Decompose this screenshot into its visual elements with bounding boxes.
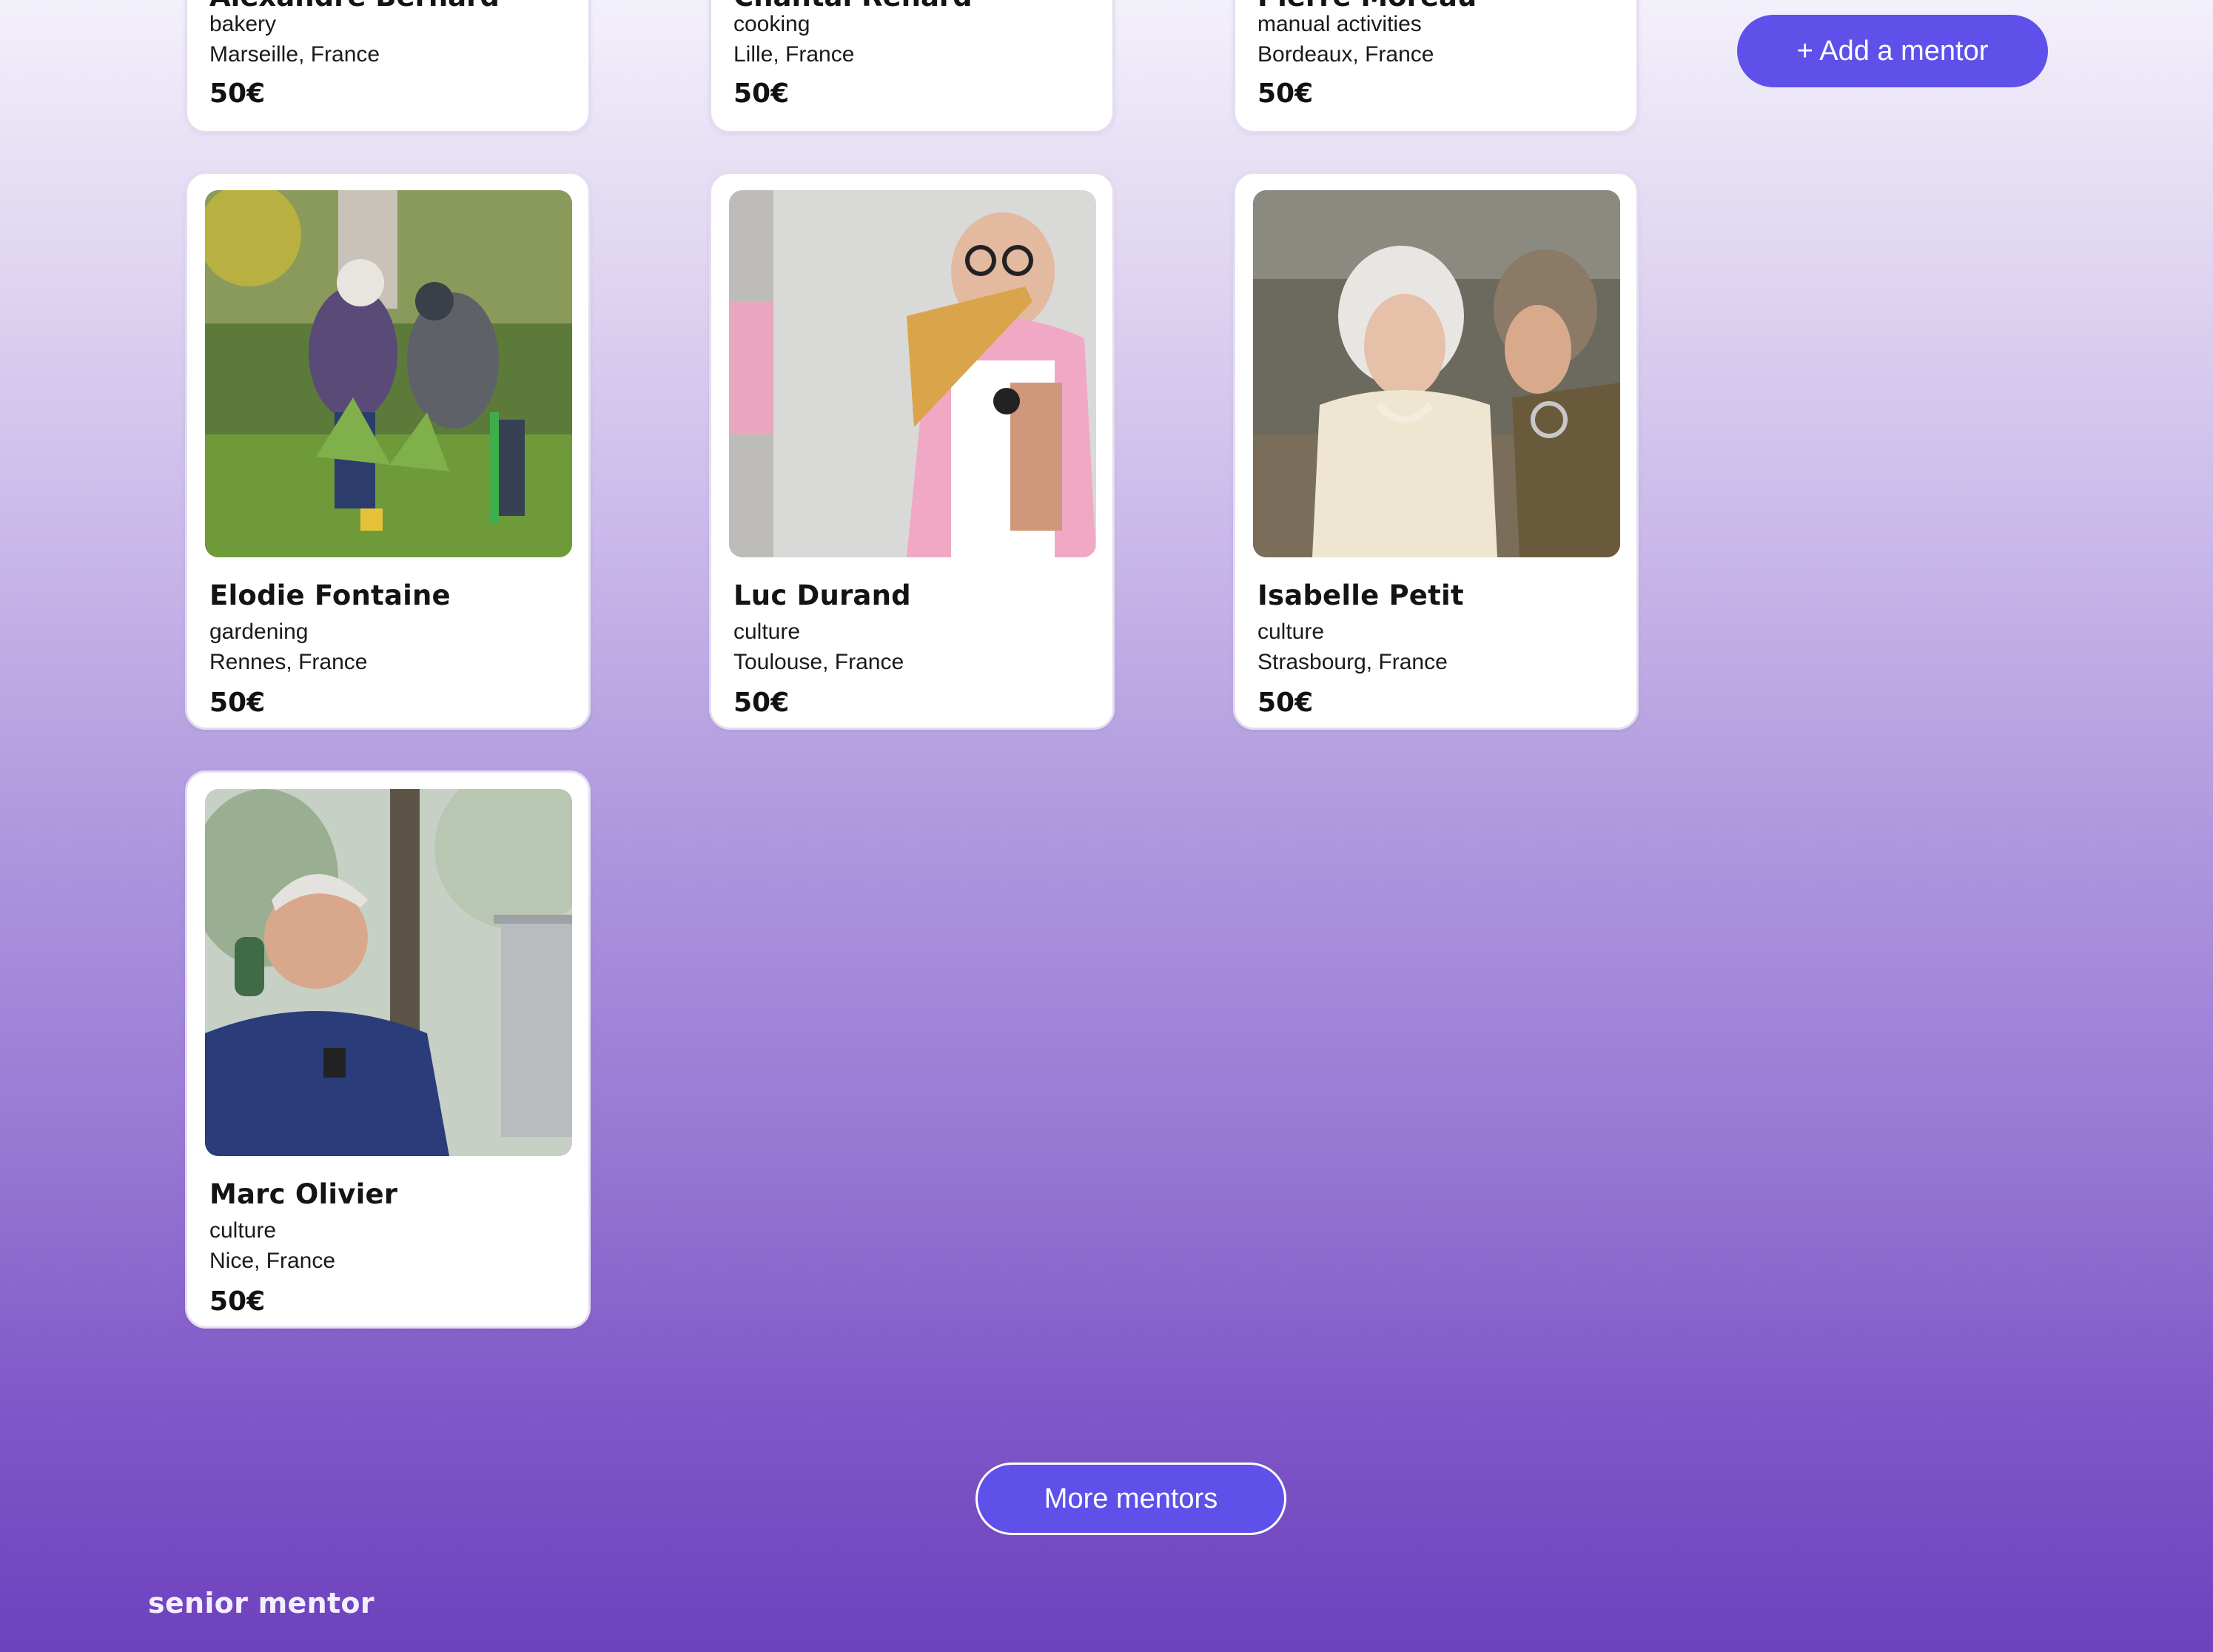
mentor-card[interactable]: Chantal Renard cooking Lille, France 50€ — [709, 0, 1115, 133]
mentor-location: Lille, France — [733, 42, 855, 67]
add-mentor-button[interactable]: + Add a mentor — [1737, 15, 2048, 87]
mentor-card[interactable]: Luc Durand culture Toulouse, France 50€ — [709, 172, 1115, 730]
mentor-location: Bordeaux, France — [1257, 42, 1434, 67]
mentor-photo — [729, 190, 1096, 557]
mentor-price: 50€ — [733, 688, 790, 718]
mentor-name: Alexandre Bernard — [209, 0, 500, 13]
mentor-category: bakery — [209, 12, 277, 36]
mentor-location: Nice, France — [209, 1249, 336, 1273]
mentor-name: Luc Durand — [733, 580, 911, 611]
mentor-card[interactable]: Elodie Fontaine gardening Rennes, France… — [185, 172, 591, 730]
mentor-photo — [205, 789, 572, 1156]
more-mentors-button[interactable]: More mentors — [975, 1463, 1286, 1535]
mentor-price: 50€ — [1257, 78, 1314, 109]
mentor-price: 50€ — [733, 78, 790, 109]
mentor-category: manual activities — [1257, 12, 1422, 36]
mentor-price: 50€ — [209, 688, 266, 718]
mentor-card[interactable]: Isabelle Petit culture Strasbourg, Franc… — [1233, 172, 1639, 730]
mentor-price: 50€ — [209, 1286, 266, 1317]
mentor-location: Toulouse, France — [733, 650, 904, 674]
mentor-photo — [205, 190, 572, 557]
mentor-location: Rennes, France — [209, 650, 368, 674]
mentor-location: Marseille, France — [209, 42, 380, 67]
mentor-card[interactable]: Alexandre Bernard bakery Marseille, Fran… — [185, 0, 591, 133]
mentor-card[interactable]: Marc Olivier culture Nice, France 50€ — [185, 770, 591, 1329]
mentor-name: Isabelle Petit — [1257, 580, 1464, 611]
mentor-card[interactable]: Pierre Moreau manual activities Bordeaux… — [1233, 0, 1639, 133]
mentor-price: 50€ — [209, 78, 266, 109]
mentor-category: cooking — [733, 12, 810, 36]
mentor-photo — [1253, 190, 1620, 557]
site-logo[interactable]: senior mentor — [148, 1587, 375, 1619]
mentor-category: culture — [209, 1218, 277, 1243]
mentor-category: culture — [733, 620, 801, 644]
mentor-location: Strasbourg, France — [1257, 650, 1448, 674]
mentor-category: culture — [1257, 620, 1325, 644]
mentor-price: 50€ — [1257, 688, 1314, 718]
mentor-name: Chantal Renard — [733, 0, 973, 13]
mentor-category: gardening — [209, 620, 309, 644]
mentor-name: Pierre Moreau — [1257, 0, 1477, 13]
mentor-name: Marc Olivier — [209, 1178, 398, 1210]
mentor-name: Elodie Fontaine — [209, 580, 451, 611]
